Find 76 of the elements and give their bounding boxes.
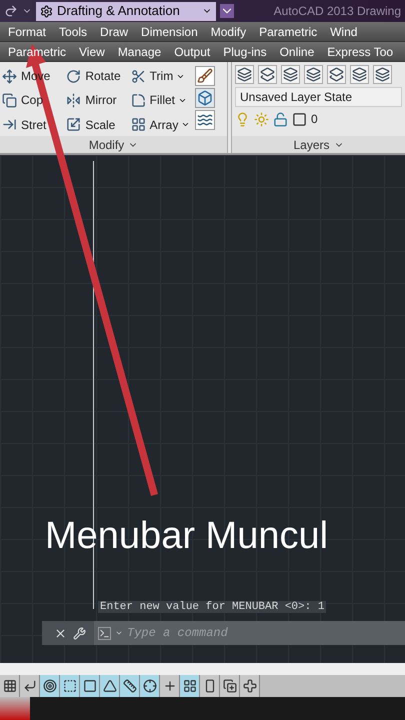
menu-item[interactable]: Modify [210,22,246,40]
status-toggle[interactable] [240,675,260,697]
layers-icon[interactable] [281,65,300,84]
tool-button[interactable]: Stret [2,114,46,135]
grid-icon [130,117,146,132]
workspace-label: Drafting & Annotation [57,2,181,20]
stretch-icon [2,117,17,132]
crosshair-icon [142,679,156,693]
mirror-icon [66,92,82,108]
brush-icon[interactable] [195,66,215,86]
menu-item[interactable]: View [79,42,105,60]
status-toggle[interactable] [40,675,60,697]
workspace-dropdown[interactable]: Drafting & Annotation [36,2,216,20]
window-title: AutoCAD 2013 Drawing [274,3,401,20]
wrench-icon[interactable] [73,626,86,640]
status-toggle[interactable] [220,675,240,697]
menu-item[interactable]: Express Too [327,42,394,60]
menu-item[interactable]: Manage [118,42,162,60]
prompt-icon [98,626,111,640]
menu-item[interactable]: Parametric [259,22,318,40]
close-icon[interactable] [54,626,67,640]
tool-button[interactable]: Cop [2,90,44,110]
menu-item[interactable]: Draw [100,22,128,40]
tool-button[interactable]: Rotate [66,66,121,86]
menu-item[interactable]: Output [174,42,210,60]
layers-icon[interactable] [327,65,346,84]
layers-icon[interactable] [235,65,254,84]
unlock-icon[interactable] [273,112,288,126]
redo-icon[interactable] [4,4,18,18]
square-icon [82,679,96,693]
status-toggle[interactable] [120,675,140,697]
menu-item[interactable]: Dimension [141,22,198,40]
rotate-icon [66,68,82,84]
layers-icon[interactable] [373,65,392,84]
command-input[interactable]: Type a command [94,621,405,645]
rounded-corner-icon [130,92,146,108]
status-toggle[interactable] [60,675,80,697]
layer-state-dropdown[interactable]: Unsaved Layer State [235,87,402,107]
status-toggle[interactable] [20,675,40,697]
copy-plus-icon [222,679,236,693]
copy-icon [2,92,17,108]
layers-icon[interactable] [350,65,369,84]
tool-button[interactable]: Mirror [66,90,117,110]
grid-icon [2,679,16,693]
panel-title[interactable]: Layers [232,136,405,153]
move-icon [2,68,17,84]
menu-item[interactable]: Format [8,22,46,40]
command-history: Enter new value for MENUBAR <0>: 1 [98,601,326,613]
gear-icon [40,4,53,18]
layer-name: 0 [311,111,318,128]
command-field[interactable]: Type a command [127,624,401,642]
tool-button[interactable]: Trim [130,66,174,86]
status-toggle[interactable] [200,675,220,697]
tool-button[interactable]: Array [130,114,178,135]
menu-item[interactable]: Tools [59,22,88,40]
menu-item[interactable]: Plug-ins [223,42,267,60]
status-toggle[interactable] [140,675,160,697]
status-toggle[interactable] [0,675,20,697]
tool-button[interactable]: Fillet [130,90,175,110]
layers-icon[interactable] [258,65,277,84]
caret-icon [115,629,123,637]
ruler-icon [122,679,136,693]
plus-icon [162,679,176,693]
status-toggle[interactable] [80,675,100,697]
layers-icon[interactable] [304,65,323,84]
menu-item[interactable]: Online [280,42,314,60]
color-square-icon [292,112,307,126]
menu-item[interactable]: Wind [330,22,358,40]
status-toggle[interactable] [180,675,200,697]
status-toggle[interactable] [160,675,180,697]
panel-title[interactable]: Modify [0,136,227,153]
tool-button[interactable]: Scale [66,114,116,135]
cross-icon [242,679,256,693]
scissors-icon [130,68,146,84]
scale-icon [66,117,82,132]
status-toggle[interactable] [100,675,120,697]
